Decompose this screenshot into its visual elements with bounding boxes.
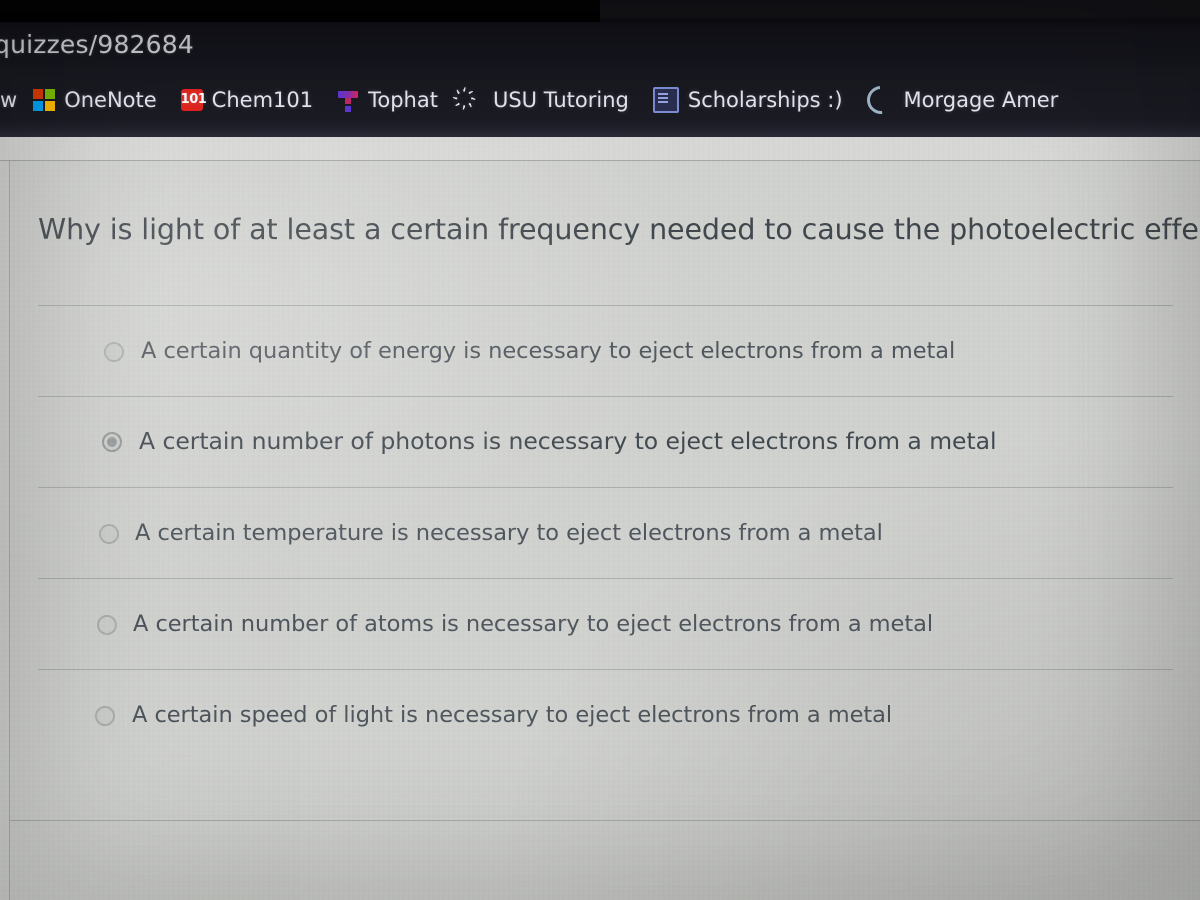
- bookmark-label: USU Tutoring: [492, 87, 629, 112]
- bookmark-item-w[interactable]: w: [0, 88, 21, 113]
- page-content: Why is light of at least a certain frequ…: [0, 137, 1200, 900]
- address-bar-url[interactable]: quizzes/982684: [0, 30, 194, 59]
- radio-button-selected[interactable]: [102, 432, 122, 452]
- chrome-top-edge-right: [600, 0, 1200, 14]
- radio-button[interactable]: [104, 342, 124, 362]
- answer-option-3[interactable]: A certain number of atoms is necessary t…: [10, 579, 1200, 670]
- bookmark-label: Tophat: [368, 87, 438, 112]
- answer-option-label: A certain speed of light is necessary to…: [132, 702, 893, 728]
- bookmark-label: Chem101: [211, 87, 314, 112]
- bookmark-label: Scholarships :): [687, 87, 843, 112]
- divider: [10, 820, 1200, 821]
- question-text: Why is light of at least a certain frequ…: [38, 213, 1200, 246]
- bookmark-label: w: [0, 87, 18, 112]
- chem101-icon: 101: [180, 89, 207, 111]
- answer-option-label: A certain number of photons is necessary…: [139, 427, 997, 455]
- answer-option-label: A certain number of atoms is necessary t…: [133, 611, 934, 637]
- document-icon: [652, 87, 679, 113]
- bookmark-label: Morgage Amer: [903, 87, 1059, 112]
- bookmarks-bar: w OneNote 101 Chem101 Tophat ҉ USU Tutor…: [0, 80, 1070, 120]
- answer-option-0[interactable]: A certain quantity of energy is necessar…: [10, 306, 1200, 397]
- answer-option-1[interactable]: A certain number of photons is necessary…: [10, 397, 1200, 488]
- bookmark-item-scholarships[interactable]: Scholarships :): [641, 85, 855, 115]
- screen-photo: quizzes/982684 w OneNote 101 Chem101 Top…: [0, 0, 1200, 900]
- radio-button[interactable]: [95, 706, 115, 726]
- browser-chrome: quizzes/982684 w OneNote 101 Chem101 Top…: [0, 0, 1200, 137]
- radio-button[interactable]: [99, 524, 119, 544]
- page-top-band: [0, 137, 1200, 161]
- quiz-question-card: Why is light of at least a certain frequ…: [9, 161, 1200, 900]
- bookmark-item-usu-tutoring[interactable]: ҉ USU Tutoring: [450, 87, 641, 113]
- answer-option-label: A certain temperature is necessary to ej…: [135, 520, 883, 546]
- bookmark-item-onenote[interactable]: OneNote: [21, 87, 168, 113]
- bookmark-label: OneNote: [64, 87, 157, 112]
- answer-option-2[interactable]: A certain temperature is necessary to ej…: [10, 488, 1200, 579]
- microsoft-onenote-icon: [33, 89, 56, 111]
- answer-option-label: A certain quantity of energy is necessar…: [141, 338, 956, 364]
- bookmark-item-morgage[interactable]: Morgage Amer: [855, 80, 1071, 120]
- answer-option-4[interactable]: A certain speed of light is necessary to…: [10, 670, 1200, 761]
- chrome-top-edge: [0, 0, 600, 22]
- radio-button[interactable]: [97, 615, 117, 635]
- loading-spinner-icon: [860, 80, 901, 120]
- people-group-icon: ҉: [469, 90, 477, 110]
- tophat-icon: [337, 89, 359, 112]
- bookmark-item-tophat[interactable]: Tophat: [325, 87, 450, 113]
- bookmark-item-chem101[interactable]: 101 Chem101: [169, 87, 325, 113]
